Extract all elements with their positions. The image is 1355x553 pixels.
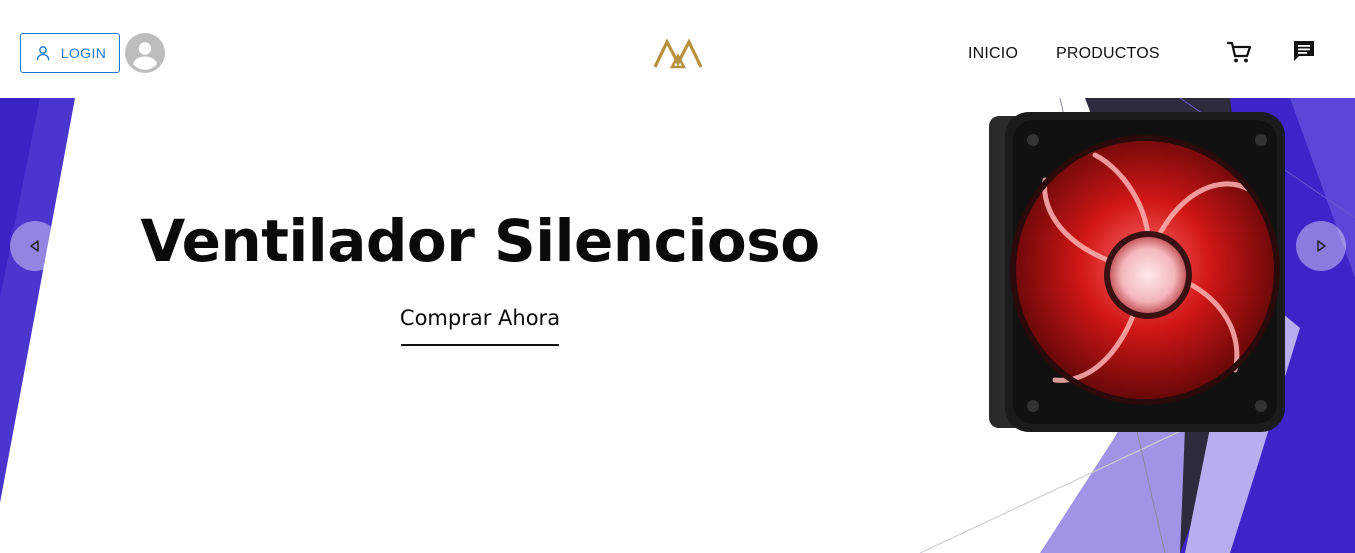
triangle-left-icon	[30, 240, 39, 252]
fan-product-image[interactable]	[985, 110, 1287, 434]
nav-inicio[interactable]: INICIO	[968, 44, 1018, 64]
brand-logo[interactable]	[653, 36, 703, 70]
user-outline-icon	[36, 46, 50, 61]
buy-now-link[interactable]: Comprar Ahora	[380, 304, 580, 332]
shopping-cart-icon[interactable]	[1226, 39, 1252, 65]
top-navbar: LOGIN INICIO PRODUCTOS	[0, 0, 1355, 98]
nav-productos[interactable]: PRODUCTOS	[1056, 44, 1160, 64]
carousel-prev-button[interactable]	[10, 221, 60, 271]
triangle-right-icon	[1317, 240, 1326, 252]
login-button[interactable]: LOGIN	[20, 33, 120, 73]
cta-underline	[401, 344, 559, 346]
carousel-next-button[interactable]	[1296, 221, 1346, 271]
account-circle-icon	[133, 42, 157, 70]
chat-message-icon[interactable]	[1291, 38, 1317, 64]
hero-carousel: Ventilador Silencioso Comprar Ahora	[0, 98, 1355, 553]
hero-title: Ventilador Silencioso	[140, 207, 820, 275]
login-label: LOGIN	[60, 45, 107, 61]
avatar[interactable]	[125, 33, 165, 73]
